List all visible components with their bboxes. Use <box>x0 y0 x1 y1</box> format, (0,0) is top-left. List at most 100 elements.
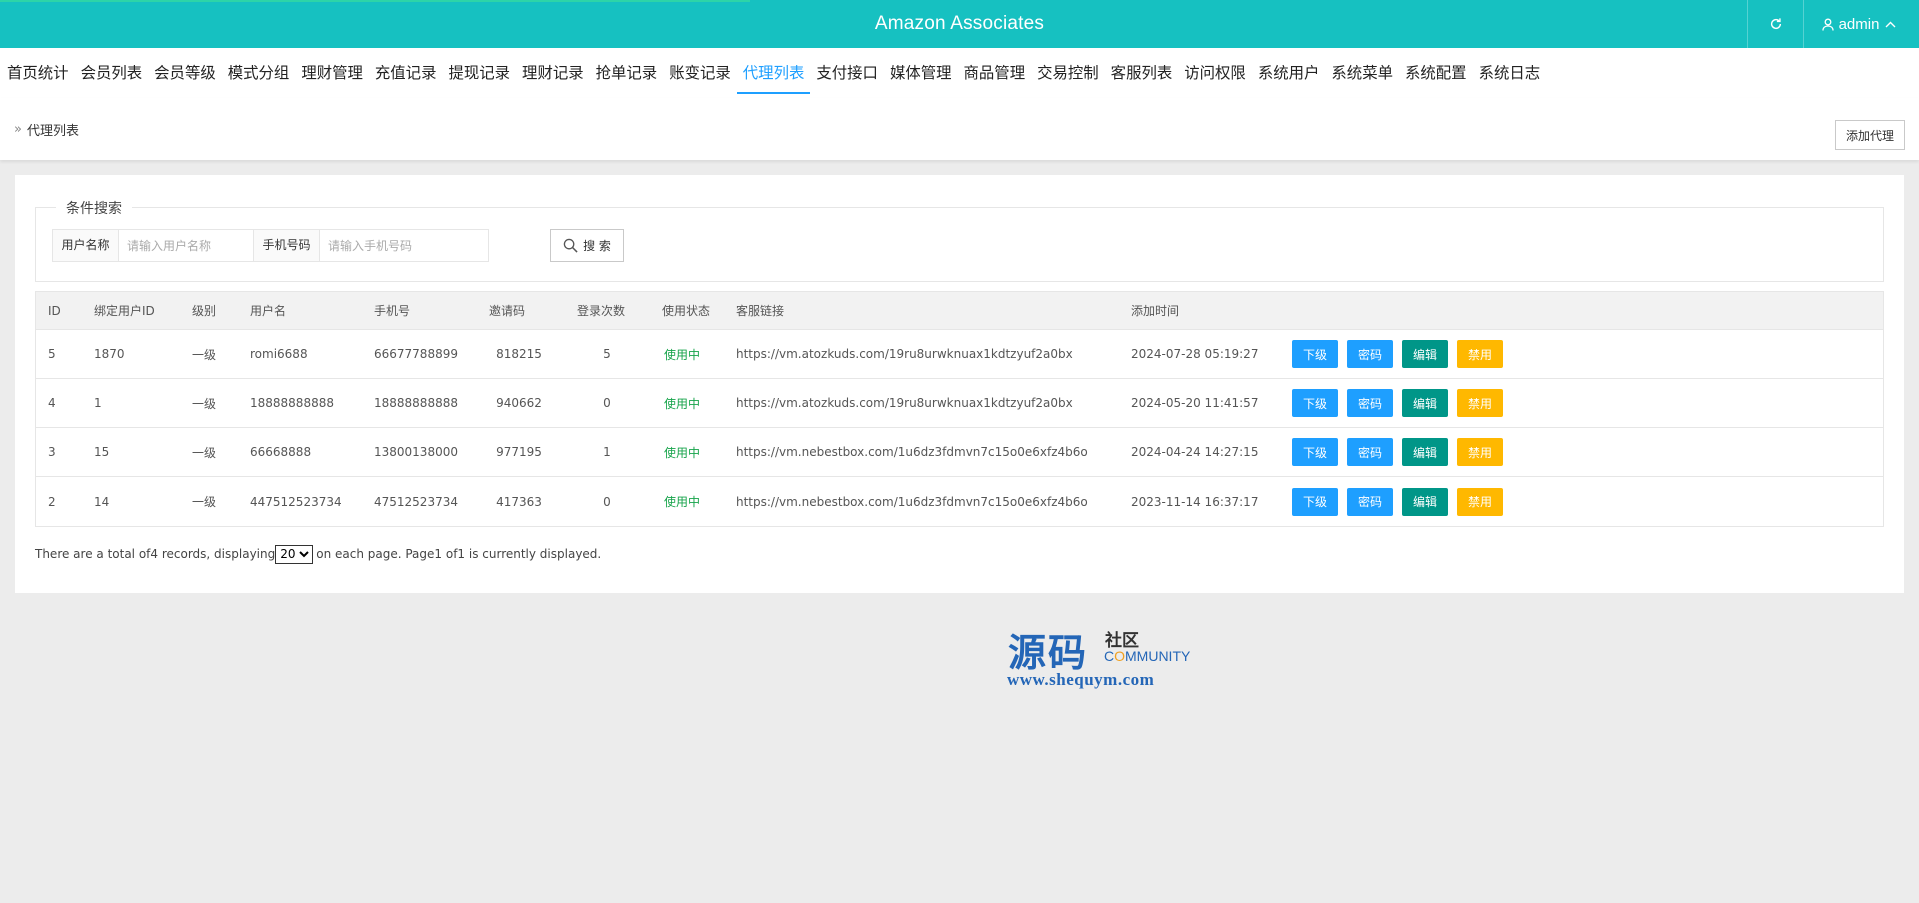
col-service-link-cell: https://vm.atozkuds.com/19ru8urwknuax1kd… <box>736 347 1073 361</box>
subordinate-button[interactable]: 下级 <box>1292 340 1339 368</box>
nav-item[interactable]: 系统日志 <box>1473 48 1547 98</box>
nav-item[interactable]: 商品管理 <box>958 48 1032 98</box>
col-invite-code-cell: 818215 <box>496 347 542 361</box>
table-row: 4 1 一级 18888888888 18888888888 940662 0 使用中 http… <box>36 379 1883 428</box>
nav-item[interactable]: 系统用户 <box>1252 48 1326 98</box>
nav-item[interactable]: 提现记录 <box>442 48 516 98</box>
nav-item[interactable]: 首页统计 <box>1 48 75 98</box>
col-level-cell: 一级 <box>192 445 217 460</box>
disable-button[interactable]: 禁用 <box>1457 389 1504 417</box>
col-phone-cell: 66677788899 <box>374 347 458 361</box>
col-phone-cell: 18888888888 <box>374 396 458 410</box>
phone-input[interactable] <box>320 230 488 261</box>
refresh-button[interactable] <box>1748 0 1803 48</box>
pager-prefix: There are a total of4 records, displayin… <box>35 547 276 561</box>
password-button[interactable]: 密码 <box>1347 340 1394 368</box>
edit-button[interactable]: 编辑 <box>1402 438 1449 466</box>
add-agent-button[interactable]: 添加代理 <box>1835 120 1905 150</box>
search-icon <box>563 238 578 253</box>
subordinate-button[interactable]: 下级 <box>1292 389 1339 417</box>
col-status-cell: 使用中 <box>663 495 700 509</box>
top-header: Amazon Associates admin <box>0 0 1919 48</box>
nav-item[interactable]: 系统配置 <box>1399 48 1473 98</box>
password-button[interactable]: 密码 <box>1347 487 1394 516</box>
nav-item[interactable]: 访问权限 <box>1178 48 1252 98</box>
nav-item[interactable]: 系统菜单 <box>1325 48 1399 98</box>
pager-suffix: on each page. Page1 of1 is currently dis… <box>316 547 602 561</box>
edit-button[interactable]: 编辑 <box>1402 340 1449 368</box>
password-button[interactable]: 密码 <box>1347 389 1394 417</box>
row-actions: 下级 密码 编辑 禁用 <box>1292 477 1512 526</box>
row-actions: 下级 密码 编辑 禁用 <box>1292 428 1512 476</box>
main-nav: 首页统计 会员列表 会员等级 模式分组 理财管理 充值记录 提现记录 理财记录 抢单记录 账变记录… <box>0 48 1919 98</box>
phone-label: 手机号码 <box>254 230 320 261</box>
col-level-cell: 一级 <box>192 396 217 411</box>
col-level-cell: 一级 <box>192 347 217 362</box>
col-login-count-cell: 1 <box>603 445 611 459</box>
nav-item[interactable]: 账变记录 <box>663 48 737 98</box>
subordinate-button[interactable]: 下级 <box>1292 487 1339 516</box>
nav-item[interactable]: 客服列表 <box>1105 48 1179 98</box>
col-username-header: 用户名 <box>250 304 287 318</box>
col-phone-cell: 13800138000 <box>374 445 458 459</box>
nav-item[interactable]: 理财管理 <box>295 48 369 98</box>
col-login-count-cell: 5 <box>603 347 611 361</box>
col-id-header: ID <box>48 303 61 318</box>
col-username-cell: 447512523734 <box>250 494 342 509</box>
col-id-cell: 4 <box>48 396 56 410</box>
col-service-link-cell: https://vm.atozkuds.com/19ru8urwknuax1kd… <box>736 396 1073 410</box>
nav-item[interactable]: 模式分组 <box>222 48 296 98</box>
nav-item[interactable]: 交易控制 <box>1031 48 1105 98</box>
nav-item[interactable]: 代理列表 <box>736 48 811 98</box>
edit-button[interactable]: 编辑 <box>1402 389 1449 417</box>
col-username-cell: romi6688 <box>250 347 308 361</box>
nav-item[interactable]: 支付接口 <box>810 48 884 98</box>
disable-button[interactable]: 禁用 <box>1457 438 1504 466</box>
nav-item[interactable]: 抢单记录 <box>590 48 664 98</box>
content-panel: 条件搜索 用户名称 手机号码 搜 索 ID 绑定用户ID 级别 用户名 手机号 邀请码 登录… <box>15 175 1904 593</box>
watermark-big-text: 源码 <box>1008 630 1089 675</box>
col-added-time-cell: 2023-11-14 16:37:17 <box>1131 494 1259 509</box>
col-phone-header: 手机号 <box>374 304 411 318</box>
nav-item[interactable]: 充值记录 <box>369 48 443 98</box>
row-actions: 下级 密码 编辑 禁用 <box>1292 330 1512 378</box>
chevron-up-icon <box>1885 21 1896 27</box>
page-size-select[interactable]: 20 <box>275 544 314 564</box>
col-status-header: 使用状态 <box>662 304 711 318</box>
disable-button[interactable]: 禁用 <box>1457 487 1504 516</box>
col-id-cell: 5 <box>48 347 56 361</box>
nav-item[interactable]: 媒体管理 <box>884 48 958 98</box>
user-menu[interactable]: admin <box>1804 0 1919 48</box>
col-invite-code-cell: 977195 <box>496 445 542 459</box>
refresh-icon <box>1770 18 1781 30</box>
col-status-cell: 使用中 <box>663 396 700 411</box>
col-phone-cell: 47512523734 <box>374 494 458 509</box>
phone-search-group: 手机号码 <box>253 229 489 262</box>
search-button[interactable]: 搜 索 <box>550 229 624 262</box>
table-header: ID 绑定用户ID 级别 用户名 手机号 邀请码 登录次数 使用状态 客服链接 添加时间 <box>36 292 1883 330</box>
disable-button[interactable]: 禁用 <box>1457 340 1504 368</box>
password-button[interactable]: 密码 <box>1347 438 1394 466</box>
table-row: 2 14 一级 447512523734 47512523734 417363 0 使用中 ht… <box>36 477 1883 526</box>
col-username-cell: 18888888888 <box>250 396 334 410</box>
nav-item[interactable]: 理财记录 <box>516 48 590 98</box>
nav-item[interactable]: 会员列表 <box>75 48 149 98</box>
watermark-community: COMMUNITY <box>1104 648 1191 664</box>
col-bind-user-id-cell: 14 <box>94 494 110 509</box>
col-login-count-header: 登录次数 <box>577 304 626 318</box>
col-status-cell: 使用中 <box>663 347 700 362</box>
col-service-link-cell: https://vm.nebestbox.com/1u6dz3fdmvn7c15… <box>736 445 1088 459</box>
breadcrumb-current[interactable]: 代理列表 <box>27 120 79 139</box>
row-actions: 下级 密码 编辑 禁用 <box>1292 379 1512 427</box>
agent-table: ID 绑定用户ID 级别 用户名 手机号 邀请码 登录次数 使用状态 客服链接 添加时间 5 187… <box>35 291 1884 527</box>
username-label: admin <box>1838 15 1880 33</box>
col-username-cell: 66668888 <box>250 445 312 459</box>
col-level-cell: 一级 <box>192 495 217 509</box>
edit-button[interactable]: 编辑 <box>1402 487 1449 516</box>
subordinate-button[interactable]: 下级 <box>1292 438 1339 466</box>
watermark-logo: 源码 社区 COMMUNITY www.shequym.com <box>1005 622 1215 692</box>
col-invite-code-cell: 940662 <box>496 396 542 410</box>
col-bind-user-id-cell: 1 <box>94 396 102 410</box>
nav-item[interactable]: 会员等级 <box>148 48 222 98</box>
col-login-count-cell: 0 <box>603 494 611 509</box>
